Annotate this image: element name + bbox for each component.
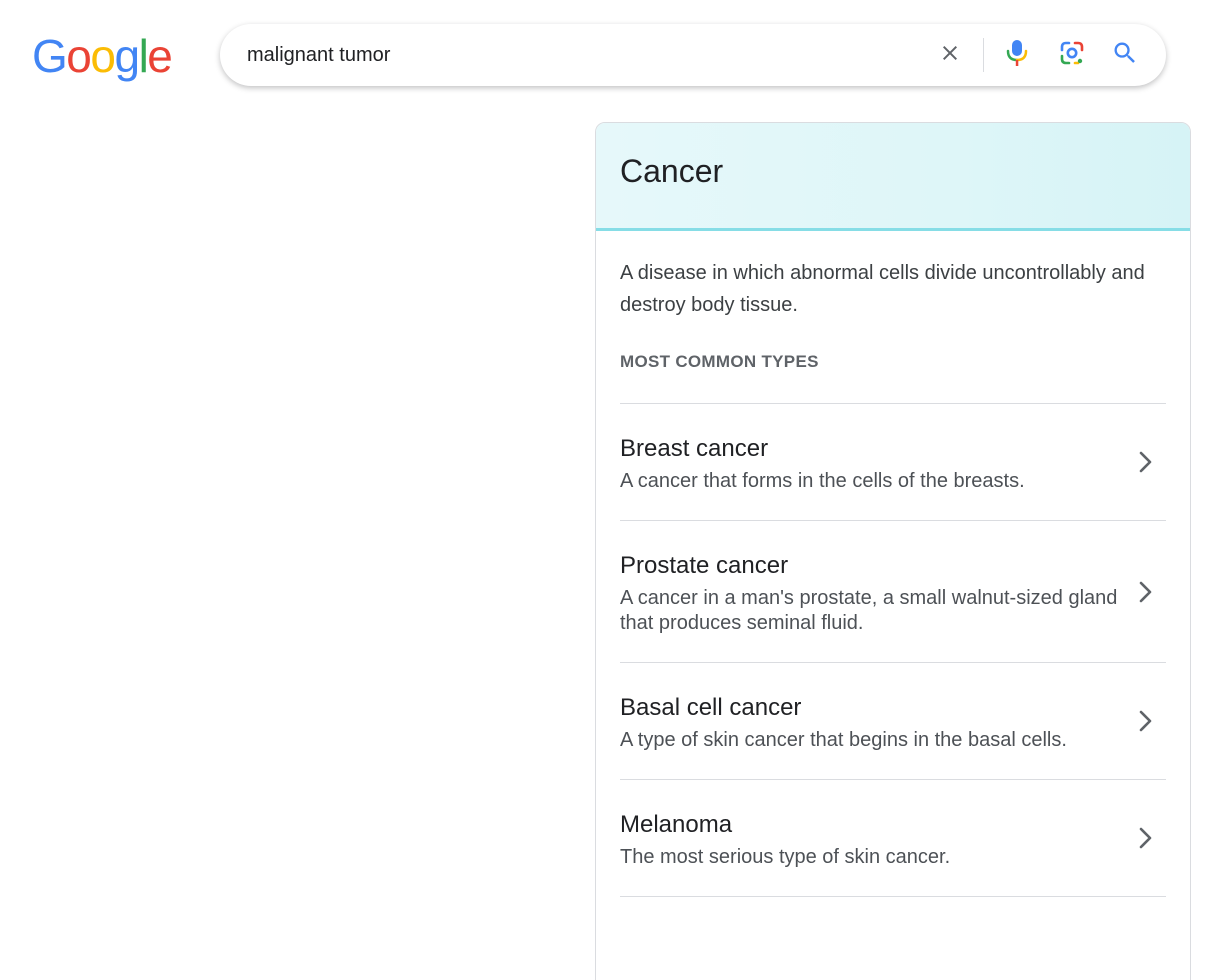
close-icon [938, 41, 962, 70]
type-name: Breast cancer [620, 435, 769, 462]
panel-title: Cancer [620, 153, 724, 189]
chevron-right-icon [1134, 578, 1158, 606]
microphone-icon [1004, 38, 1030, 73]
type-name: Basal cell cancer [620, 694, 802, 721]
types-list: Breast cancer A cancer that forms in the… [620, 403, 1166, 897]
logo-letter: g [114, 30, 140, 82]
voice-search-button[interactable] [999, 37, 1035, 73]
type-item-melanoma[interactable]: Melanoma The most serious type of skin c… [620, 780, 1166, 897]
type-name: Prostate cancer [620, 552, 789, 579]
type-description: A cancer in a man's prostate, a small wa… [620, 587, 1118, 634]
type-name: Melanoma [620, 811, 733, 838]
types-heading: MOST COMMON TYPES [620, 352, 819, 371]
logo-letter: e [147, 30, 173, 82]
panel-body: A disease in which abnormal cells divide… [596, 231, 1190, 897]
chevron-right-icon [1134, 707, 1158, 735]
type-item-basal-cell-cancer[interactable]: Basal cell cancer A type of skin cancer … [620, 663, 1166, 780]
logo-letter: o [90, 30, 116, 82]
type-item-prostate-cancer[interactable]: Prostate cancer A cancer in a man's pros… [620, 521, 1166, 663]
type-description: The most serious type of skin cancer. [620, 846, 951, 868]
search-results-page: Google malignant tumor Cancer A disease … [0, 0, 1224, 980]
type-description: A type of skin cancer that begins in the… [620, 729, 1067, 751]
chevron-right-icon [1134, 824, 1158, 852]
panel-description: A disease in which abnormal cells divide… [620, 262, 1145, 316]
search-by-image-button[interactable] [1054, 37, 1090, 73]
logo-letter: G [32, 30, 68, 82]
search-box [220, 24, 1166, 86]
google-logo[interactable]: Google [32, 28, 173, 84]
logo-letter: o [66, 30, 92, 82]
search-button[interactable] [1107, 37, 1143, 73]
logo-letter: l [138, 30, 149, 82]
knowledge-panel: Cancer A disease in which abnormal cells… [595, 122, 1191, 980]
search-input[interactable] [247, 24, 907, 86]
type-description: A cancer that forms in the cells of the … [620, 470, 1025, 492]
search-divider [983, 38, 984, 72]
clear-button[interactable] [932, 37, 968, 73]
chevron-right-icon [1134, 448, 1158, 476]
search-icon [1111, 39, 1139, 72]
lens-camera-icon [1058, 39, 1086, 72]
panel-header: Cancer [596, 123, 1190, 231]
type-item-breast-cancer[interactable]: Breast cancer A cancer that forms in the… [620, 404, 1166, 521]
